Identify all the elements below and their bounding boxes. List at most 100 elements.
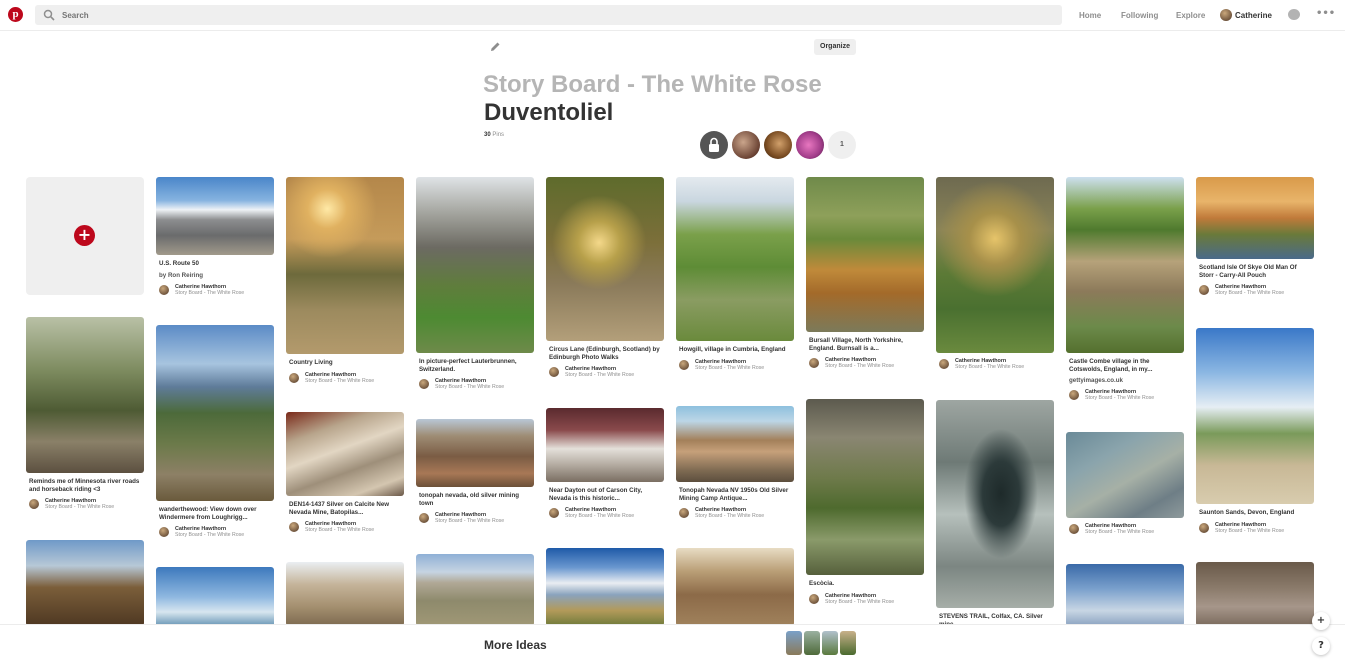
idea-thumbnail[interactable] [840, 631, 856, 655]
pin-image[interactable] [676, 177, 794, 341]
pin-image[interactable] [286, 412, 404, 496]
pin-description[interactable]: U.S. Route 50 [159, 260, 271, 268]
pin-image[interactable] [156, 325, 274, 501]
pin-card[interactable]: Castle Combe village in the Cotswolds, E… [1066, 177, 1184, 403]
pin-image[interactable] [26, 317, 144, 473]
pin-owner[interactable]: Catherine Hawthorn Story Board - The Whit… [419, 512, 531, 526]
pin-image[interactable] [936, 177, 1054, 353]
add-pin-button[interactable]: + [26, 177, 144, 295]
pin-card[interactable]: Howgill, village in Cumbria, England Cat… [676, 177, 794, 373]
pin-description[interactable]: In picture-perfect Lauterbrunnen, Switze… [419, 358, 531, 373]
pin-card[interactable] [26, 540, 144, 626]
pin-image[interactable] [416, 554, 534, 626]
pin-source[interactable]: gettyimages.co.uk [1069, 377, 1181, 384]
pin-card[interactable] [676, 548, 794, 626]
pin-card[interactable] [416, 554, 534, 626]
pin-card[interactable] [156, 567, 274, 627]
pin-owner[interactable]: Catherine Hawthorn Story Board - The Whit… [29, 498, 141, 512]
pin-description[interactable]: Escòcia. [809, 580, 921, 588]
idea-thumbnail[interactable] [786, 631, 802, 655]
pin-owner[interactable]: Catherine Hawthorn Story Board - The Whit… [549, 507, 661, 521]
pin-card[interactable]: Saunton Sands, Devon, England Catherine … [1196, 328, 1314, 536]
pin-source[interactable]: by Ron Reiring [159, 272, 271, 279]
pin-owner[interactable]: Catherine Hawthorn Story Board - The Whit… [1199, 522, 1311, 536]
pin-image[interactable] [1196, 177, 1314, 259]
pin-owner[interactable]: Catherine Hawthorn Story Board - The Whit… [1069, 523, 1181, 537]
pin-description[interactable]: Circus Lane (Edinburgh, Scotland) by Edi… [549, 346, 661, 361]
pin-image[interactable] [156, 177, 274, 255]
pin-image[interactable] [546, 408, 664, 482]
pin-image[interactable] [806, 177, 924, 332]
pin-card[interactable] [286, 562, 404, 626]
pin-description[interactable]: Castle Combe village in the Cotswolds, E… [1069, 358, 1181, 373]
pin-image[interactable] [286, 177, 404, 354]
pin-owner[interactable]: Catherine Hawthorn Story Board - The Whit… [549, 366, 661, 380]
pin-description[interactable]: Reminds me of Minnesota river roads and … [29, 478, 141, 493]
pin-image[interactable] [1066, 564, 1184, 626]
pin-image[interactable] [546, 177, 664, 341]
pin-image[interactable] [156, 567, 274, 627]
pin-owner[interactable]: Catherine Hawthorn Story Board - The Whit… [809, 357, 921, 371]
pin-owner[interactable]: Catherine Hawthorn Story Board - The Whit… [289, 372, 401, 386]
pin-card[interactable] [1196, 562, 1314, 626]
pin-card[interactable]: Country Living Catherine Hawthorn Story B… [286, 177, 404, 386]
pin-image[interactable] [1066, 177, 1184, 353]
pin-card[interactable]: U.S. Route 50 by Ron Reiring Catherine H… [156, 177, 274, 298]
pin-owner[interactable]: Catherine Hawthorn Story Board - The Whit… [809, 593, 921, 607]
pin-card[interactable]: DEN14-1437 Silver on Calcite New Nevada … [286, 412, 404, 535]
pin-card[interactable]: Reminds me of Minnesota river roads and … [26, 317, 144, 512]
pin-description[interactable]: DEN14-1437 Silver on Calcite New Nevada … [289, 501, 401, 516]
pin-description[interactable]: Saunton Sands, Devon, England [1199, 509, 1311, 517]
pin-description[interactable]: Bursall Village, North Yorkshire, Englan… [809, 337, 921, 352]
pin-card[interactable] [1066, 564, 1184, 626]
pin-owner[interactable]: Catherine Hawthorn Story Board - The Whit… [679, 507, 791, 521]
pin-image[interactable] [676, 406, 794, 482]
pin-card[interactable]: Near Dayton out of Carson City, Nevada i… [546, 408, 664, 521]
pin-image[interactable] [286, 562, 404, 626]
more-ideas-bar[interactable]: More Ideas [0, 624, 1345, 661]
pin-owner[interactable]: Catherine Hawthorn Story Board - The Whit… [1069, 389, 1181, 403]
pin-description[interactable]: Near Dayton out of Carson City, Nevada i… [549, 487, 661, 502]
pin-card[interactable]: Circus Lane (Edinburgh, Scotland) by Edi… [546, 177, 664, 380]
pin-image[interactable] [546, 548, 664, 626]
pin-owner[interactable]: Catherine Hawthorn Story Board - The Whit… [159, 284, 271, 298]
pin-card[interactable]: Tonopah Nevada NV 1950s Old Silver Minin… [676, 406, 794, 521]
pin-card[interactable]: In picture-perfect Lauterbrunnen, Switze… [416, 177, 534, 392]
pin-card[interactable]: wanderthewood: View down over Windermere… [156, 325, 274, 540]
pin-owner[interactable]: Catherine Hawthorn Story Board - The Whit… [419, 378, 531, 392]
pin-card[interactable]: STEVENS TRAIL, Colfax, CA. Silver mine [936, 400, 1054, 628]
pin-description[interactable]: tonopah nevada, old silver mining town [419, 492, 531, 507]
pin-image[interactable] [1196, 562, 1314, 626]
pin-owner[interactable]: Catherine Hawthorn Story Board - The Whit… [1199, 284, 1311, 298]
pin-card[interactable] [546, 548, 664, 626]
pin-image[interactable] [1196, 328, 1314, 504]
help-button[interactable]: ? [1312, 637, 1330, 655]
pin-image[interactable] [1066, 432, 1184, 518]
pin-image[interactable] [936, 400, 1054, 608]
idea-thumbnail[interactable] [804, 631, 820, 655]
more-ideas-label[interactable]: More Ideas [484, 638, 547, 652]
pin-image[interactable] [416, 177, 534, 353]
pin-owner[interactable]: Catherine Hawthorn Story Board - The Whit… [939, 358, 1051, 372]
pin-description[interactable]: wanderthewood: View down over Windermere… [159, 506, 271, 521]
pin-card[interactable]: Bursall Village, North Yorkshire, Englan… [806, 177, 924, 371]
pin-description[interactable]: Howgill, village in Cumbria, England [679, 346, 791, 354]
pin-description[interactable]: Scotland Isle Of Skye Old Man Of Storr -… [1199, 264, 1311, 279]
pin-card[interactable]: tonopah nevada, old silver mining town C… [416, 419, 534, 526]
pin-description[interactable]: Tonopah Nevada NV 1950s Old Silver Minin… [679, 487, 791, 502]
pin-image[interactable] [676, 548, 794, 626]
pin-owner[interactable]: Catherine Hawthorn Story Board - The Whit… [289, 521, 401, 535]
pin-image[interactable] [26, 540, 144, 626]
pin-card[interactable]: Catherine Hawthorn Story Board - The Whit… [936, 177, 1054, 372]
owner-avatar [289, 522, 299, 532]
pin-card[interactable]: Escòcia. Catherine Hawthorn Story Board -… [806, 399, 924, 607]
idea-thumbnail[interactable] [822, 631, 838, 655]
pin-image[interactable] [806, 399, 924, 575]
pin-image[interactable] [416, 419, 534, 487]
pin-description[interactable]: Country Living [289, 359, 401, 367]
pin-card[interactable]: Catherine Hawthorn Story Board - The Whit… [1066, 432, 1184, 537]
pin-owner[interactable]: Catherine Hawthorn Story Board - The Whit… [679, 359, 791, 373]
pin-owner[interactable]: Catherine Hawthorn Story Board - The Whit… [159, 526, 271, 540]
add-fab-button[interactable]: + [1312, 612, 1330, 630]
pin-card[interactable]: Scotland Isle Of Skye Old Man Of Storr -… [1196, 177, 1314, 298]
